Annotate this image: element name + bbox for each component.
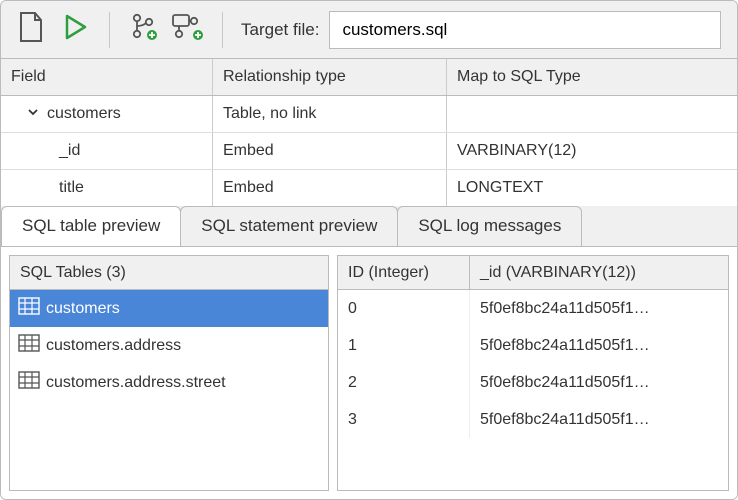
- add-relationship-button[interactable]: [122, 9, 166, 51]
- preview-cell-id: 0: [338, 290, 470, 327]
- toolbar: Target file:: [1, 1, 737, 59]
- target-file-label: Target file:: [241, 20, 319, 40]
- schema-header-map[interactable]: Map to SQL Type: [447, 59, 737, 95]
- sql-table-name: customers.address: [46, 337, 181, 355]
- schema-header-row: Field Relationship type Map to SQL Type: [1, 59, 737, 96]
- preview-row[interactable]: 35f0ef8bc24a11d505f1…: [338, 401, 728, 438]
- schema-header-rel[interactable]: Relationship type: [213, 59, 447, 95]
- preview-cell-value: 5f0ef8bc24a11d505f1…: [470, 327, 728, 364]
- chevron-down-icon[interactable]: [27, 105, 41, 123]
- new-file-icon: [18, 12, 44, 47]
- preview-row[interactable]: 25f0ef8bc24a11d505f1…: [338, 364, 728, 401]
- sql-table-name: customers: [46, 300, 120, 318]
- app-window: Target file: Field Relationship type Map…: [0, 0, 738, 500]
- tab-bar: SQL table previewSQL statement previewSQ…: [1, 206, 737, 246]
- tab-content: SQL Tables (3) customers customers.addres…: [1, 246, 737, 499]
- table-icon: [18, 371, 40, 394]
- schema-field: _id: [59, 142, 80, 160]
- sql-table-name: customers.address.street: [46, 374, 226, 392]
- branch-add-icon: [129, 12, 159, 47]
- schema-rel: Embed: [223, 142, 274, 160]
- run-button[interactable]: [53, 9, 97, 51]
- table-icon: [18, 334, 40, 357]
- preview-cell-id: 1: [338, 327, 470, 364]
- branch-link-add-icon: [171, 12, 205, 47]
- table-icon: [18, 297, 40, 320]
- schema-row[interactable]: title Embed LONGTEXT: [1, 170, 737, 207]
- schema-rel: Embed: [223, 179, 274, 197]
- run-icon: [63, 13, 87, 46]
- preview-row[interactable]: 05f0ef8bc24a11d505f1…: [338, 290, 728, 327]
- schema-field: customers: [47, 105, 121, 123]
- schema-map: VARBINARY(12): [457, 142, 576, 160]
- schema-map: LONGTEXT: [457, 179, 543, 197]
- preview-cell-value: 5f0ef8bc24a11d505f1…: [470, 401, 728, 438]
- preview-cell-id: 2: [338, 364, 470, 401]
- tab[interactable]: SQL statement preview: [180, 206, 398, 246]
- sql-tables-header[interactable]: SQL Tables (3): [10, 256, 328, 289]
- sql-table-item[interactable]: customers.address: [10, 327, 328, 364]
- new-file-button[interactable]: [9, 9, 53, 51]
- preview-header-id[interactable]: ID (Integer): [338, 256, 470, 289]
- schema-header-field[interactable]: Field: [1, 59, 213, 95]
- toolbar-separator: [109, 12, 110, 48]
- schema-row[interactable]: _id Embed VARBINARY(12): [1, 133, 737, 170]
- preview-header-col[interactable]: _id (VARBINARY(12)): [470, 256, 728, 289]
- add-linked-relationship-button[interactable]: [166, 9, 210, 51]
- preview-cell-value: 5f0ef8bc24a11d505f1…: [470, 290, 728, 327]
- schema-grid: Field Relationship type Map to SQL Type …: [1, 59, 737, 207]
- sql-table-item[interactable]: customers: [10, 290, 328, 327]
- preview-data-panel: ID (Integer) _id (VARBINARY(12)) 05f0ef8…: [337, 255, 729, 491]
- target-file-input[interactable]: [329, 11, 721, 49]
- sql-table-item[interactable]: customers.address.street: [10, 364, 328, 401]
- schema-field: title: [59, 179, 84, 197]
- preview-row[interactable]: 15f0ef8bc24a11d505f1…: [338, 327, 728, 364]
- schema-rel: Table, no link: [223, 105, 316, 123]
- schema-row[interactable]: customers Table, no link: [1, 96, 737, 133]
- preview-cell-value: 5f0ef8bc24a11d505f1…: [470, 364, 728, 401]
- preview-cell-id: 3: [338, 401, 470, 438]
- toolbar-separator: [222, 12, 223, 48]
- tab[interactable]: SQL table preview: [1, 206, 181, 246]
- sql-tables-panel: SQL Tables (3) customers customers.addres…: [9, 255, 329, 491]
- tab[interactable]: SQL log messages: [397, 206, 582, 246]
